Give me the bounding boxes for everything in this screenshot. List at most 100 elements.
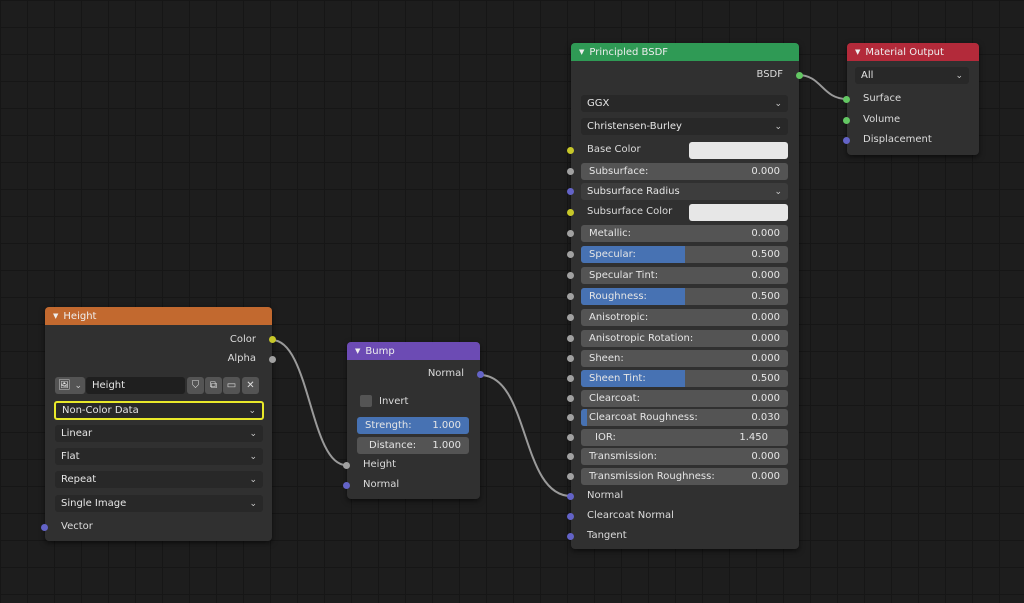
bsdf-slider-2[interactable]: Specular: 0.500 xyxy=(581,246,788,263)
input-socket-2[interactable] xyxy=(567,251,574,258)
input-socket-8[interactable] xyxy=(567,375,574,382)
image-type-button[interactable]: 🖼 ⌄ xyxy=(55,377,85,394)
source-select[interactable]: Single Image ⌄ xyxy=(55,495,263,512)
slider-value: 0.500 xyxy=(751,249,780,260)
color-space-select[interactable]: Non-Color Data ⌄ xyxy=(54,401,264,420)
distribution-select[interactable]: GGX ⌄ xyxy=(581,95,788,112)
base-color-label: Base Color xyxy=(587,144,641,155)
chevron-down-icon: ⌄ xyxy=(74,380,82,391)
height-node[interactable]: ▼ Height Color Alpha 🖼 ⌄ Height ⛉ ⧉ ▭ ✕ N… xyxy=(41,307,276,541)
input-socket-12[interactable] xyxy=(567,453,574,460)
output-color-socket[interactable] xyxy=(269,336,276,343)
input-socket-9[interactable] xyxy=(567,395,574,402)
input-subsurface-color-socket[interactable] xyxy=(567,209,574,216)
input-socket-10[interactable] xyxy=(567,414,574,421)
distance-label: Distance: xyxy=(369,440,417,451)
image-name-field[interactable]: Height xyxy=(86,377,185,394)
bump-node[interactable]: ▼ Bump Normal Invert Strength: 1.000 Dis… xyxy=(343,342,484,499)
input-socket-11[interactable] xyxy=(567,434,574,441)
slider-text: Roughness: 0.500 xyxy=(589,291,780,302)
bsdf-slider-13[interactable]: Transmission Roughness: 0.000 xyxy=(581,468,788,485)
bsdf-slider-4[interactable]: Roughness: 0.500 xyxy=(581,288,788,305)
slider-text: Clearcoat Roughness: 0.030 xyxy=(589,412,780,423)
chevron-down-icon: ⌄ xyxy=(774,186,782,197)
folder-icon: ▭ xyxy=(226,380,237,391)
bsdf-slider-8[interactable]: Sheen Tint: 0.500 xyxy=(581,370,788,387)
duplicate-button[interactable]: ⧉ xyxy=(205,377,222,394)
bsdf-slider-5[interactable]: Anisotropic: 0.000 xyxy=(581,309,788,326)
input-volume-socket[interactable] xyxy=(843,117,850,124)
input-socket-5[interactable] xyxy=(567,314,574,321)
output-alpha-socket[interactable] xyxy=(269,356,276,363)
collapse-icon[interactable]: ▼ xyxy=(579,48,584,56)
bsdf-slider-0[interactable]: Subsurface: 0.000 xyxy=(581,163,788,180)
subsurface-radius-select[interactable]: Subsurface Radius ⌄ xyxy=(581,183,788,200)
bsdf-slider-10[interactable]: Clearcoat Roughness: 0.030 xyxy=(581,409,788,426)
bump-node-header[interactable]: ▼ Bump xyxy=(347,342,480,360)
slider-label: Sheen: xyxy=(589,353,624,364)
slider-value: 0.030 xyxy=(751,412,780,423)
subsurface-color-swatch[interactable] xyxy=(689,204,788,221)
output-normal-socket[interactable] xyxy=(477,371,484,378)
output-bsdf-socket[interactable] xyxy=(796,72,803,79)
input-tangent-socket[interactable] xyxy=(567,533,574,540)
invert-checkbox[interactable] xyxy=(360,395,372,407)
principled-bsdf-node[interactable]: ▼ Principled BSDF BSDF GGX ⌄ Christensen-… xyxy=(567,43,803,549)
slider-label: Specular Tint: xyxy=(589,270,659,281)
bsdf-slider-11[interactable]: IOR: 1.450 xyxy=(581,429,788,446)
wire-normal-to-normal xyxy=(479,374,572,497)
input-subsurface-radius-socket[interactable] xyxy=(567,188,574,195)
bsdf-slider-6[interactable]: Anisotropic Rotation: 0.000 xyxy=(581,330,788,347)
projection-select[interactable]: Flat ⌄ xyxy=(55,448,263,465)
bsdf-slider-3[interactable]: Specular Tint: 0.000 xyxy=(581,267,788,284)
input-socket-13[interactable] xyxy=(567,473,574,480)
bsdf-node-header[interactable]: ▼ Principled BSDF xyxy=(571,43,799,61)
input-displacement-socket[interactable] xyxy=(843,137,850,144)
height-node-header[interactable]: ▼ Height xyxy=(45,307,272,325)
input-socket-1[interactable] xyxy=(567,230,574,237)
distance-slider[interactable]: Distance: 1.000 xyxy=(357,437,469,454)
subsurface-method-select[interactable]: Christensen-Burley ⌄ xyxy=(581,118,788,135)
slider-text: Transmission Roughness: 0.000 xyxy=(589,471,780,482)
output-node-header[interactable]: ▼ Material Output xyxy=(847,43,979,61)
input-normal-socket[interactable] xyxy=(567,493,574,500)
input-normal-label: Normal xyxy=(587,490,624,501)
input-socket-0[interactable] xyxy=(567,168,574,175)
input-base-color-socket[interactable] xyxy=(567,147,574,154)
material-output-node[interactable]: ▼ Material Output All ⌄ Surface Volume Di… xyxy=(843,43,979,155)
bsdf-slider-1[interactable]: Metallic: 0.000 xyxy=(581,225,788,242)
slider-text: IOR: 1.450 xyxy=(589,432,780,443)
fake-user-button[interactable]: ⛉ xyxy=(187,377,204,394)
input-height-socket[interactable] xyxy=(343,462,350,469)
base-color-swatch[interactable] xyxy=(689,142,788,159)
open-button[interactable]: ▭ xyxy=(223,377,240,394)
chevron-down-icon: ⌄ xyxy=(249,498,257,509)
slider-text: Sheen Tint: 0.500 xyxy=(589,373,780,384)
input-socket-3[interactable] xyxy=(567,272,574,279)
slider-text: Anisotropic Rotation: 0.000 xyxy=(589,333,780,344)
input-clearcoat-normal-socket[interactable] xyxy=(567,513,574,520)
input-socket-6[interactable] xyxy=(567,335,574,342)
slider-text: Anisotropic: 0.000 xyxy=(589,312,780,323)
bsdf-slider-9[interactable]: Clearcoat: 0.000 xyxy=(581,390,788,407)
bsdf-slider-12[interactable]: Transmission: 0.000 xyxy=(581,448,788,465)
slider-label: Clearcoat: xyxy=(589,393,640,404)
chevron-down-icon: ⌄ xyxy=(955,70,963,81)
duplicate-icon: ⧉ xyxy=(209,380,218,391)
collapse-icon[interactable]: ▼ xyxy=(355,347,360,355)
collapse-icon[interactable]: ▼ xyxy=(53,312,58,320)
color-space-value: Non-Color Data xyxy=(62,405,139,416)
input-surface-socket[interactable] xyxy=(843,96,850,103)
extension-select[interactable]: Repeat ⌄ xyxy=(55,471,263,488)
bsdf-slider-7[interactable]: Sheen: 0.000 xyxy=(581,350,788,367)
projection-value: Flat xyxy=(61,451,80,462)
unlink-button[interactable]: ✕ xyxy=(242,377,259,394)
strength-slider[interactable]: Strength: 1.000 xyxy=(357,417,469,434)
target-select[interactable]: All ⌄ xyxy=(855,67,969,84)
interpolation-select[interactable]: Linear ⌄ xyxy=(55,425,263,442)
collapse-icon[interactable]: ▼ xyxy=(855,48,860,56)
input-socket-4[interactable] xyxy=(567,293,574,300)
input-normal-socket[interactable] xyxy=(343,482,350,489)
input-vector-socket[interactable] xyxy=(41,524,48,531)
input-socket-7[interactable] xyxy=(567,355,574,362)
